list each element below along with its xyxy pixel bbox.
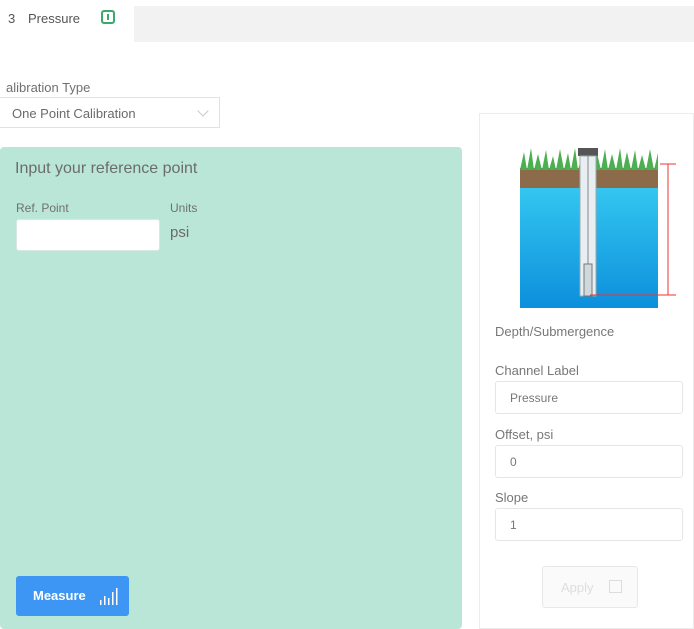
measure-label: Measure bbox=[33, 588, 86, 603]
depth-diagram-image bbox=[520, 148, 676, 308]
units-value: psi bbox=[170, 224, 190, 241]
chevron-down-icon bbox=[197, 105, 209, 117]
offset-input[interactable]: 0 bbox=[495, 445, 683, 478]
slope-title: Slope bbox=[495, 490, 529, 505]
reference-point-panel: Input your reference point Ref. Point Un… bbox=[0, 147, 462, 629]
diagram-caption: Depth/Submergence bbox=[495, 324, 615, 339]
channel-label-input[interactable]: Pressure bbox=[495, 381, 683, 414]
external-link-icon bbox=[609, 580, 622, 593]
calibration-type-select[interactable]: One Point Calibration bbox=[0, 97, 220, 128]
sensor-settings-panel: Depth/Submergence Channel Label Pressure… bbox=[479, 113, 694, 629]
bar-chart-icon bbox=[100, 588, 118, 605]
measure-button[interactable]: Measure bbox=[16, 576, 129, 616]
ref-point-input[interactable] bbox=[16, 219, 160, 251]
slope-value: 1 bbox=[510, 518, 517, 532]
tab-number: 3 bbox=[8, 11, 16, 26]
offset-title: Offset, psi bbox=[495, 427, 554, 442]
tab-bar: 3 Pressure bbox=[0, 0, 694, 42]
info-icon[interactable] bbox=[101, 10, 115, 24]
ref-point-label: Ref. Point bbox=[16, 201, 69, 215]
slope-input[interactable]: 1 bbox=[495, 508, 683, 541]
channel-label-title: Channel Label bbox=[495, 363, 579, 378]
tab-label: Pressure bbox=[28, 11, 81, 26]
calibration-type-value: One Point Calibration bbox=[12, 106, 136, 121]
panel-title: Input your reference point bbox=[15, 160, 198, 177]
channel-label-value: Pressure bbox=[510, 391, 559, 405]
units-label: Units bbox=[170, 201, 198, 215]
apply-button[interactable]: Apply bbox=[542, 566, 638, 608]
tab-pressure[interactable]: 3 Pressure bbox=[0, 0, 134, 42]
calibration-type-label: alibration Type bbox=[6, 80, 91, 95]
apply-label: Apply bbox=[561, 580, 594, 595]
offset-value: 0 bbox=[510, 455, 517, 469]
tab-strip-empty bbox=[134, 6, 694, 42]
